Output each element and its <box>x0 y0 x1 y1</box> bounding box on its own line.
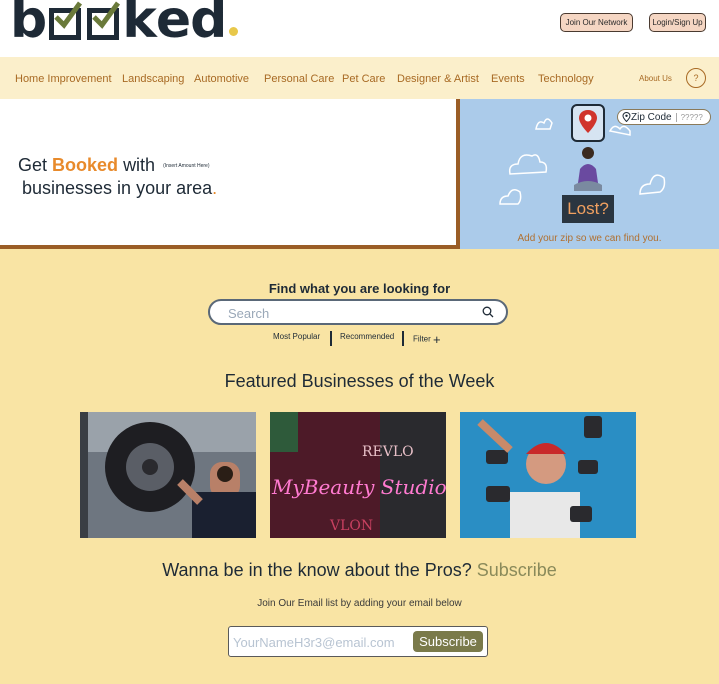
featured-title: Featured Businesses of the Week <box>224 371 495 391</box>
join-network-button[interactable]: Join Our Network <box>560 13 633 32</box>
plus-icon: + <box>433 332 441 347</box>
email-signup-form: Subscribe <box>228 626 488 657</box>
nav-item-home-improvement[interactable]: Home Improvement <box>15 73 112 85</box>
map-pin-frame <box>571 104 605 142</box>
zip-code-input[interactable]: Zip Code ????? <box>617 109 711 125</box>
logo-checkbox-icon <box>49 1 83 40</box>
filter-button[interactable]: Filter + <box>413 332 441 348</box>
hero-subline-text: businesses in your area <box>22 178 213 198</box>
tab-most-popular[interactable]: Most Popular <box>273 332 320 348</box>
location-panel: Lost? Zip Code ????? Add your zip so we … <box>460 99 719 249</box>
map-pin-icon <box>579 110 597 133</box>
zip-code-label-text: Zip Code <box>631 111 672 123</box>
card2-text-revlon: REVLO <box>362 444 414 460</box>
featured-card-beauty[interactable]: REVLO MyBeauty Studio VLON <box>270 412 446 538</box>
subscribe-description: Join Our Email list by adding your email… <box>257 598 462 609</box>
hero-amount-placeholder: (Insert Amount Here) <box>163 163 210 170</box>
hero-suffix: with <box>123 155 156 175</box>
tab-recommended[interactable]: Recommended <box>340 332 394 348</box>
search-bar <box>208 299 508 325</box>
logo-letter-e: e <box>155 0 191 50</box>
hero-prefix: Get <box>18 155 48 175</box>
tab-divider <box>330 331 332 346</box>
subscribe-headline-text: Wanna be in the know about the Pros? <box>162 560 472 580</box>
hero-subline: businesses in your area. <box>22 178 217 199</box>
logo-letter-d: d <box>190 0 227 50</box>
nav-item-automotive[interactable]: Automotive <box>194 73 249 85</box>
hero-subline-dot: . <box>212 178 218 198</box>
email-input[interactable] <box>233 633 411 651</box>
logo-letter-b: b <box>10 0 47 50</box>
location-pin-icon <box>622 112 631 122</box>
help-button[interactable]: ? <box>686 68 706 88</box>
zip-caption: Add your zip so we can find you. <box>517 233 662 244</box>
nav-item-designer-artist[interactable]: Designer & Artist <box>397 73 479 85</box>
search-title: Find what you are looking for <box>268 281 451 296</box>
photographer-photo <box>460 412 636 538</box>
site-header: b k e d Join Our Network Login/Sign Up <box>0 0 719 57</box>
category-nav: Home Improvement Landscaping Automotive … <box>0 57 719 99</box>
filter-label: Filter <box>413 334 431 344</box>
card2-text-studio: MyBeauty Studio <box>271 475 446 499</box>
lost-sign: Lost? <box>562 195 614 223</box>
hero-headline: Get Booked with (Insert Amount Here) <box>18 155 210 176</box>
subscribe-button[interactable]: Subscribe <box>413 631 483 652</box>
nav-item-landscaping[interactable]: Landscaping <box>122 73 184 85</box>
hero-brand-word: Booked <box>52 155 119 175</box>
mechanic-photo <box>80 412 256 538</box>
featured-card-automotive[interactable] <box>80 412 256 538</box>
nav-item-personal-care[interactable]: Personal Care <box>264 73 334 85</box>
hero-banner: Get Booked with (Insert Amount Here) bus… <box>0 99 460 249</box>
subscribe-headline: Wanna be in the know about the Pros? Sub… <box>0 560 719 581</box>
zip-code-label: Zip Code <box>618 112 672 123</box>
nav-item-events[interactable]: Events <box>491 73 525 85</box>
main-content: Find what you are looking for Most Popul… <box>0 249 719 684</box>
logo[interactable]: b k e d <box>10 0 239 50</box>
search-input[interactable] <box>228 304 468 322</box>
search-icon[interactable] <box>482 306 494 318</box>
nav-item-pet-care[interactable]: Pet Care <box>342 73 385 85</box>
about-us-link[interactable]: About Us <box>639 74 672 83</box>
logo-letter-k: k <box>122 0 157 50</box>
logo-dot <box>229 27 239 36</box>
neon-sign-photo: REVLO MyBeauty Studio VLON <box>270 412 446 538</box>
login-signup-button[interactable]: Login/Sign Up <box>649 13 706 32</box>
tab-divider <box>402 331 404 346</box>
logo-checkbox-icon <box>87 1 121 40</box>
card2-text-vlon: VLON <box>329 518 373 534</box>
subscribe-link[interactable]: Subscribe <box>477 560 557 580</box>
featured-card-photography[interactable] <box>460 412 636 538</box>
nav-item-technology[interactable]: Technology <box>538 73 594 85</box>
zip-code-value: ????? <box>675 112 703 122</box>
person-illustration <box>574 147 602 191</box>
